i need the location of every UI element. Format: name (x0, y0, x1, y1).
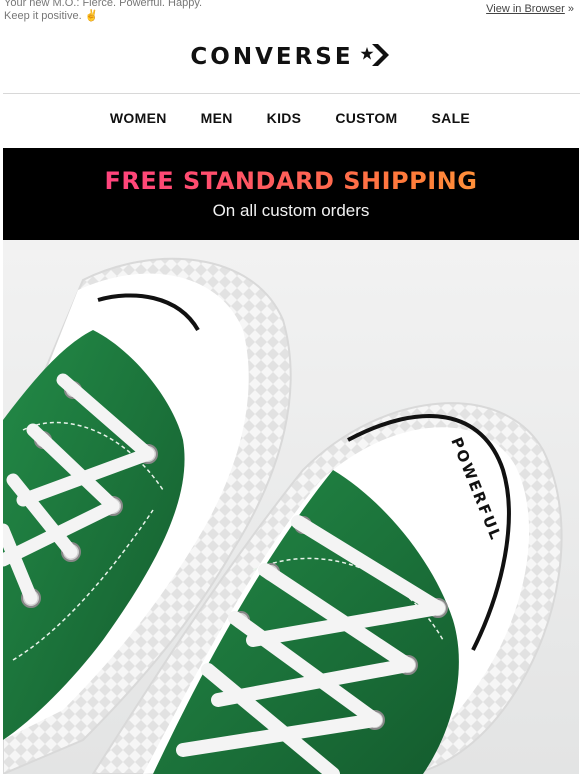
nav-women[interactable]: WOMEN (93, 110, 184, 134)
brand-wordmark: CONVERSE (190, 44, 354, 70)
view-in-browser: View in Browser » (486, 3, 574, 15)
view-in-browser-link[interactable]: View in Browser (486, 3, 565, 15)
free-shipping-banner[interactable]: FREE STANDARD SHIPPING On all custom ord… (3, 148, 579, 240)
hero-image[interactable]: POWERFUL (3, 240, 579, 774)
preheader-line-2: Keep it positive. ✌ (4, 10, 99, 22)
converse-logo[interactable]: CONVERSE (0, 40, 580, 74)
header-divider (3, 93, 580, 94)
preheader: Your new M.O.: Fierce. Powerful. Happy. … (4, 0, 574, 28)
nav-kids[interactable]: KIDS (250, 110, 319, 134)
preheader-teaser: Your new M.O.: Fierce. Powerful. Happy. … (4, 0, 254, 23)
nav-men[interactable]: MEN (184, 110, 250, 134)
view-in-browser-arrow: » (564, 3, 574, 15)
star-chevron-icon (360, 43, 390, 72)
preheader-line-1: Your new M.O.: Fierce. Powerful. Happy. (4, 0, 203, 9)
main-nav: WOMEN MEN KIDS CUSTOM SALE (0, 110, 580, 134)
banner-subline: On all custom orders (212, 201, 370, 220)
nav-custom[interactable]: CUSTOM (318, 110, 414, 134)
banner-headline: FREE STANDARD SHIPPING (3, 167, 579, 195)
sneakers-illustration: POWERFUL (3, 240, 579, 774)
nav-sale[interactable]: SALE (415, 110, 488, 134)
